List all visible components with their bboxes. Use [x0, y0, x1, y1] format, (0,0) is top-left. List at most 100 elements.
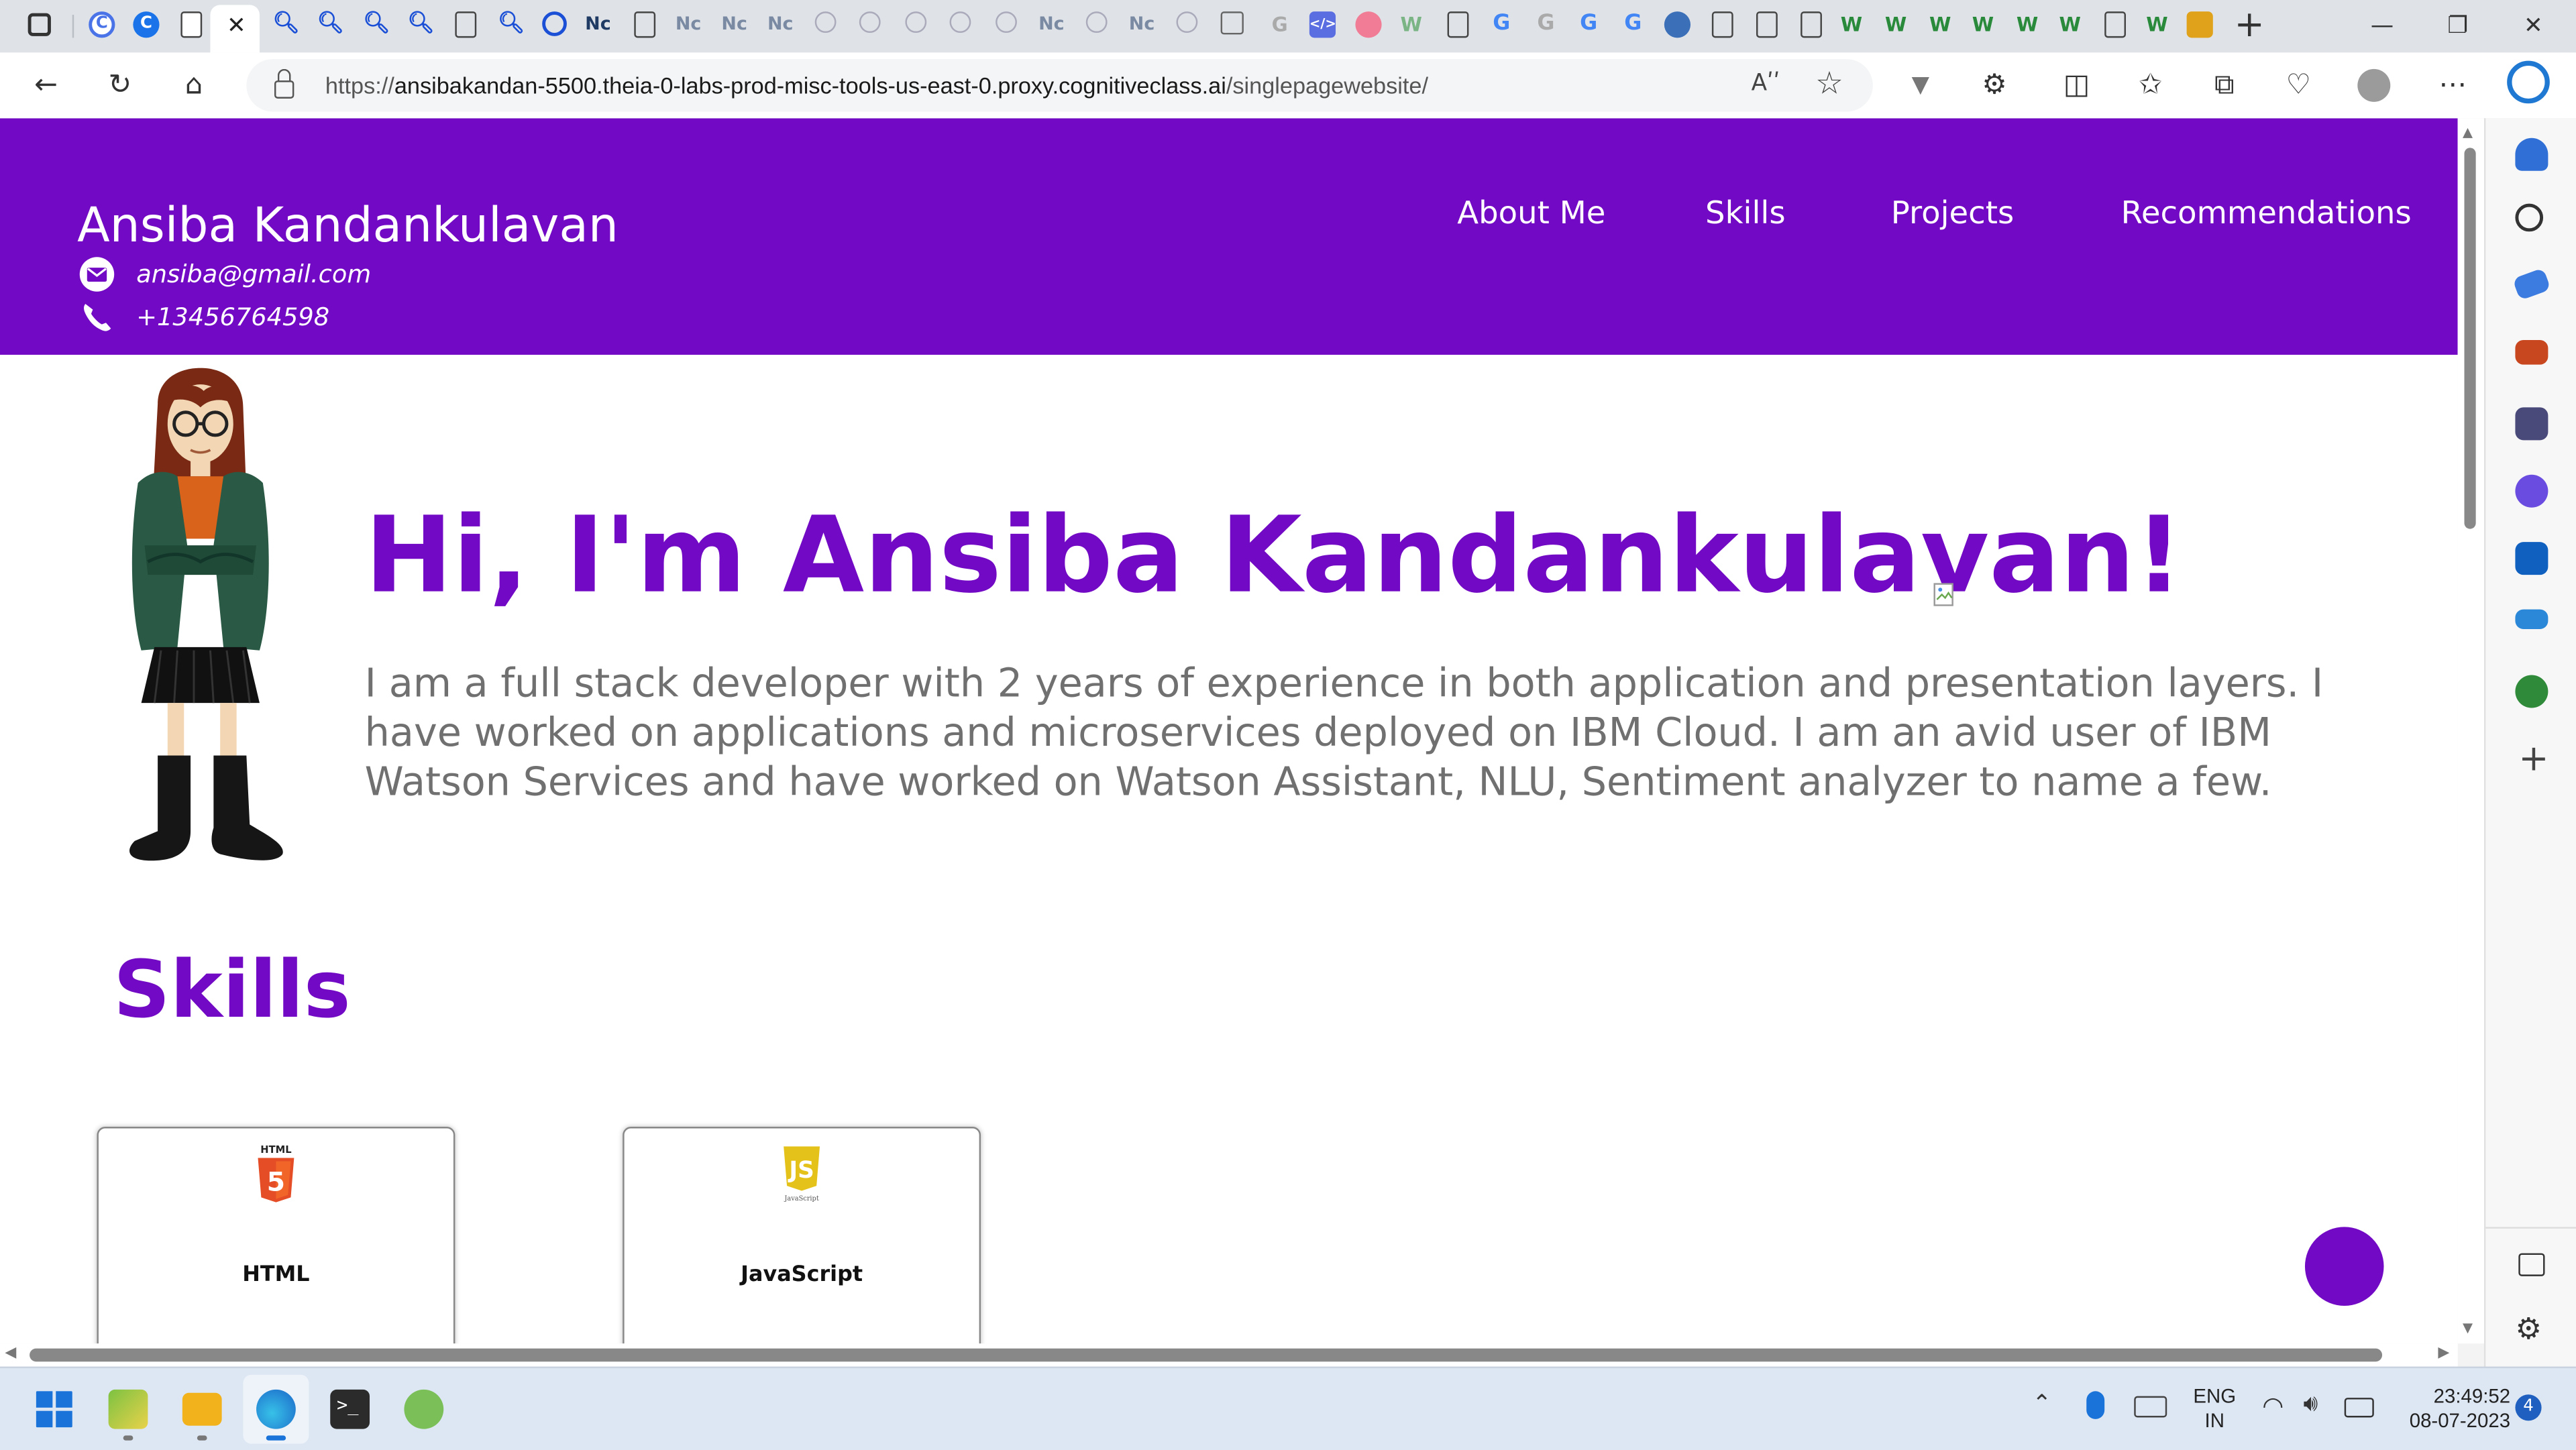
android-studio-icon[interactable]	[404, 1389, 444, 1429]
floating-action-button[interactable]	[2304, 1227, 2384, 1306]
tab-search-icon[interactable]: 🔍︎	[407, 11, 434, 38]
tab-page-icon[interactable]	[634, 11, 656, 38]
active-tab[interactable]: ✕	[210, 5, 260, 53]
tab-search-icon[interactable]: 🔍︎	[273, 11, 300, 38]
settings-gear-icon[interactable]: ⚙	[2515, 1313, 2542, 1347]
nav-projects[interactable]: Projects	[1891, 195, 2014, 231]
scroll-down-arrow-icon[interactable]: ▼	[2463, 1321, 2473, 1335]
tab-wolfram-icon[interactable]: W	[1970, 11, 1996, 38]
notification-count-badge[interactable]: 4	[2515, 1394, 2542, 1421]
tab-search-icon[interactable]: 🔍︎	[317, 11, 344, 38]
tab-page-icon[interactable]	[1756, 11, 1778, 38]
tab-notion-icon[interactable]: Nc	[721, 11, 747, 38]
tab-notion-icon[interactable]: Nc	[676, 11, 702, 38]
vertical-scrollbar[interactable]: ▲ ▼	[2457, 118, 2484, 1344]
tab-openai-icon[interactable]	[859, 11, 881, 33]
tab-page-icon[interactable]	[180, 11, 203, 38]
refresh-button[interactable]: ↻	[97, 62, 143, 109]
tab-google-icon[interactable]: C	[89, 11, 115, 38]
skill-card-html[interactable]: HTML 5 HTML	[97, 1127, 455, 1344]
tab-google-icon[interactable]: G	[1533, 11, 1559, 38]
tab-google-icon[interactable]: G	[1489, 11, 1515, 38]
tab-search-icon[interactable]: 🔍︎	[363, 11, 390, 38]
tab-wolfram-icon[interactable]: W	[2057, 11, 2083, 38]
tab-openai-icon[interactable]	[996, 11, 1017, 33]
tab-close-icon[interactable]: ✕	[227, 13, 246, 40]
windows-start-icon[interactable]	[34, 1390, 74, 1429]
maximize-button[interactable]: ❐	[2422, 7, 2494, 46]
tab-openai-icon[interactable]	[1085, 11, 1108, 33]
new-tab-button[interactable]: +	[2235, 5, 2265, 46]
favorite-star-icon[interactable]: ☆	[1815, 66, 1843, 102]
nav-recommendations[interactable]: Recommendations	[2121, 195, 2412, 231]
tools-briefcase-icon[interactable]	[2515, 339, 2548, 365]
tab-page-icon[interactable]	[2104, 11, 2127, 38]
hide-sidebar-icon[interactable]	[2518, 1253, 2545, 1276]
volume-icon[interactable]: 🔊︎	[2303, 1391, 2318, 1417]
tab-page-icon[interactable]	[1801, 11, 1822, 38]
scroll-up-arrow-icon[interactable]: ▲	[2463, 125, 2473, 140]
games-icon[interactable]	[2515, 407, 2548, 441]
bing-copilot-icon[interactable]	[2507, 60, 2550, 104]
notification-bell-icon[interactable]	[2515, 137, 2548, 171]
scroll-right-arrow-icon[interactable]: ▶	[2438, 1345, 2449, 1361]
tab-google-icon[interactable]: G	[1576, 11, 1602, 38]
language-indicator[interactable]: ENG IN	[2192, 1385, 2238, 1434]
profile-avatar[interactable]	[2357, 68, 2391, 102]
tab-page-icon[interactable]	[455, 11, 477, 38]
microsoft365-icon[interactable]	[2515, 474, 2548, 508]
search-icon[interactable]	[2515, 203, 2544, 232]
edge-browser-icon[interactable]	[256, 1389, 296, 1429]
tab-globe-icon[interactable]	[1664, 11, 1691, 38]
close-window-button[interactable]: ✕	[2497, 7, 2569, 46]
battery-icon[interactable]	[2344, 1398, 2374, 1418]
tab-page-icon[interactable]	[1447, 11, 1469, 38]
more-menu-icon[interactable]: ⋯	[2430, 62, 2476, 109]
skill-card-javascript[interactable]: JS JavaScript JavaScript	[623, 1127, 981, 1344]
tab-wolfram-icon[interactable]: W	[1398, 11, 1424, 38]
read-aloud-icon[interactable]: Aʹʹ	[1752, 70, 1780, 97]
shopping-tag-icon[interactable]	[2512, 268, 2551, 301]
email-text[interactable]: ansiba@gmail.com	[136, 260, 371, 289]
browser-essentials-icon[interactable]: ♡	[2275, 62, 2322, 109]
tab-notion-icon[interactable]: Nc	[767, 11, 794, 38]
tab-openai-icon[interactable]	[905, 11, 927, 33]
tab-google-icon[interactable]: G	[1620, 11, 1646, 38]
tab-wolfram-icon[interactable]: W	[2144, 11, 2170, 38]
outlook-icon[interactable]	[2515, 542, 2548, 575]
tab-openai-icon[interactable]	[814, 11, 837, 33]
tab-wolfram-icon[interactable]: W	[2014, 11, 2040, 38]
tab-search-icon[interactable]: 🔍︎	[498, 11, 525, 38]
paint-app-icon[interactable]	[108, 1389, 148, 1429]
add-sidebar-app-icon[interactable]: +	[2518, 739, 2548, 780]
tab-notion-icon[interactable]: Nc	[1128, 11, 1155, 38]
phone-text[interactable]: +13456764598	[136, 302, 329, 332]
nav-about-me[interactable]: About Me	[1457, 195, 1605, 231]
tab-openai-icon[interactable]	[949, 11, 971, 33]
tab-power-icon[interactable]	[542, 11, 567, 36]
tab-actions-icon[interactable]	[28, 13, 51, 36]
tab-shield-icon[interactable]	[2186, 11, 2213, 38]
wifi-icon[interactable]: ◠	[2262, 1391, 2284, 1420]
tab-openai-icon[interactable]	[1176, 11, 1198, 33]
file-explorer-icon[interactable]	[182, 1392, 222, 1426]
keyboard-icon[interactable]	[2134, 1396, 2167, 1418]
back-button[interactable]: ←	[23, 62, 69, 109]
scroll-left-arrow-icon[interactable]: ◀	[5, 1345, 16, 1361]
minimize-button[interactable]: —	[2346, 7, 2418, 46]
tab-wolfram-icon[interactable]: W	[1838, 11, 1864, 38]
drop-icon[interactable]	[2515, 609, 2548, 629]
tab-code-icon[interactable]: </>	[1309, 11, 1336, 38]
tab-hex-icon[interactable]	[1355, 11, 1382, 38]
split-screen-icon[interactable]: ◫	[2053, 62, 2100, 109]
terminal-icon[interactable]: >_	[330, 1389, 370, 1429]
clock[interactable]: 23:49:52 08-07-2023	[2392, 1385, 2510, 1434]
address-bar[interactable]: https://ansibakandan-5500.theia-0-labs-p…	[246, 59, 1873, 112]
home-button[interactable]: ⌂	[171, 62, 217, 109]
tab-wolfram-icon[interactable]: W	[1883, 11, 1909, 38]
tray-chevron-icon[interactable]: ⌃	[2032, 1391, 2051, 1417]
extension-v-icon[interactable]: ▼	[1898, 62, 1944, 109]
tab-wolfram-icon[interactable]: W	[1927, 11, 1953, 38]
vertical-scroll-thumb[interactable]	[2464, 148, 2476, 529]
horizontal-scrollbar[interactable]: ◀ ▶	[0, 1343, 2458, 1367]
